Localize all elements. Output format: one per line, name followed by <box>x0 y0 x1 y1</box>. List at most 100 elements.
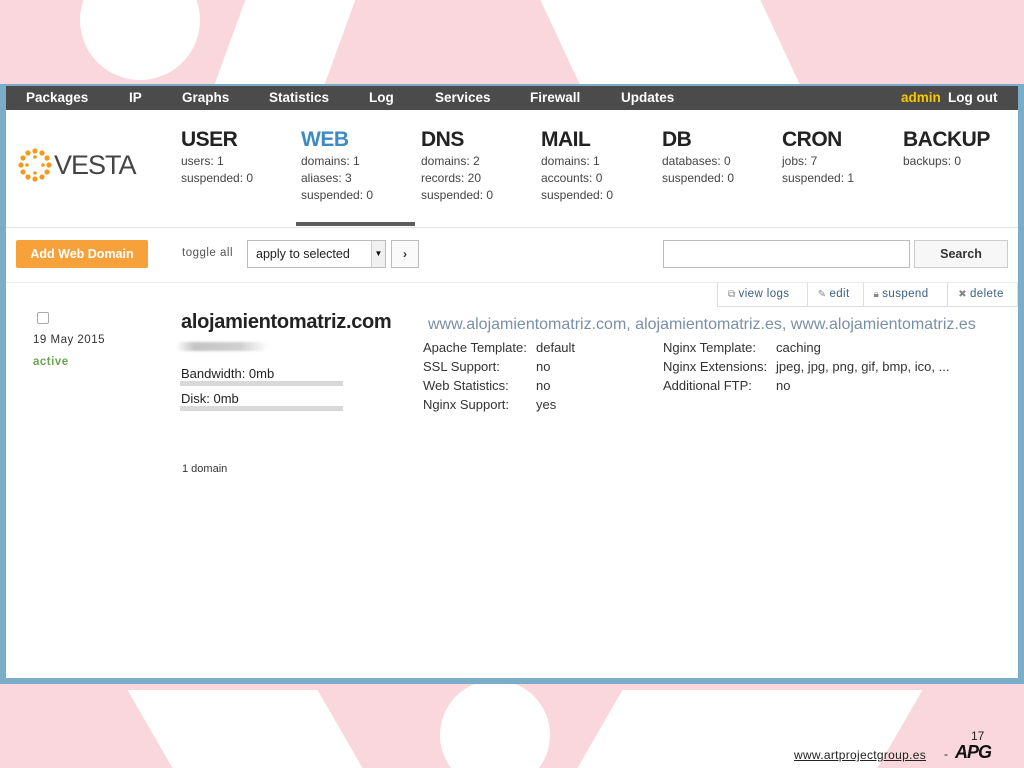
close-icon: ✖ <box>958 289 968 300</box>
disk-bar <box>180 406 343 411</box>
stat-title: USER <box>181 128 238 151</box>
nav-packages[interactable]: Packages <box>26 90 88 105</box>
stat-db[interactable]: DB databases: 0 suspended: 0 <box>662 127 780 187</box>
nav-updates[interactable]: Updates <box>621 90 674 105</box>
row-actions: ⧉ view logs ✎ edit 🔒︎ suspend ✖ delete <box>717 283 1018 307</box>
nav-logout[interactable]: Log out <box>948 90 997 105</box>
ip-address-blurred <box>176 342 268 351</box>
stat-line: records: 20 <box>421 171 482 185</box>
domain-aliases: www.alojamientomatriz.com, alojamientoma… <box>428 316 976 333</box>
detail-key: Additional FTP: <box>663 378 752 393</box>
stat-user[interactable]: USER users: 1 suspended: 0 <box>181 127 299 187</box>
stat-title: DB <box>662 128 692 151</box>
apg-logo: APG <box>955 742 992 762</box>
suspend-button[interactable]: 🔒︎ suspend <box>864 283 949 306</box>
nav-log[interactable]: Log <box>369 90 394 105</box>
stat-line: suspended: 0 <box>421 188 494 202</box>
stat-line: suspended: 0 <box>181 171 254 185</box>
background-shape <box>540 0 800 84</box>
footer-website-link[interactable]: www.artprojectgroup.es <box>794 748 926 762</box>
stat-line: backups: 0 <box>903 154 962 168</box>
row-checkbox[interactable] <box>37 312 49 324</box>
nav-user-admin[interactable]: admin <box>901 90 941 105</box>
footer-separator: - <box>944 747 948 761</box>
detail-value: no <box>536 359 551 374</box>
add-web-domain-button[interactable]: Add Web Domain <box>16 240 148 268</box>
stat-web[interactable]: WEB domains: 1 aliases: 3 suspended: 0 <box>301 127 419 204</box>
stat-line: jobs: 7 <box>782 154 818 168</box>
stat-line: accounts: 0 <box>541 171 603 185</box>
detail-value: yes <box>536 397 557 412</box>
detail-nginx-support: Nginx Support: yes <box>423 395 653 414</box>
edit-button[interactable]: ✎ edit <box>808 283 864 306</box>
nav-firewall[interactable]: Firewall <box>530 90 580 105</box>
detail-value: no <box>536 378 551 393</box>
stat-title: DNS <box>421 128 464 151</box>
detail-value: default <box>536 340 576 355</box>
stat-title: CRON <box>782 128 842 151</box>
stat-title: WEB <box>301 128 349 151</box>
stat-line: suspended: 0 <box>301 188 374 202</box>
page-number: 17 <box>971 729 985 743</box>
pencil-icon: ✎ <box>817 289 827 300</box>
apply-button[interactable]: › <box>391 240 419 268</box>
stat-dns[interactable]: DNS domains: 2 records: 20 suspended: 0 <box>421 127 539 204</box>
stat-backup[interactable]: BACKUP backups: 0 <box>903 127 1018 170</box>
background-shape <box>214 0 356 84</box>
detail-ssl-support: SSL Support: no <box>423 357 653 376</box>
bandwidth-label: Bandwidth: 0mb <box>181 366 275 381</box>
bulk-action-selected: apply to selected <box>256 247 350 261</box>
detail-apache-template: Apache Template: default <box>423 338 653 357</box>
stat-line: domains: 2 <box>421 154 480 168</box>
nav-graphs[interactable]: Graphs <box>182 90 229 105</box>
stat-cron[interactable]: CRON jobs: 7 suspended: 1 <box>782 127 900 187</box>
background-circle <box>440 680 550 768</box>
external-link-icon: ⧉ <box>728 289 736 300</box>
domain-name: alojamientomatriz.com <box>181 311 392 333</box>
bulk-action-select[interactable]: apply to selected ▼ <box>247 240 386 268</box>
stat-line: domains: 1 <box>301 154 360 168</box>
view-logs-button[interactable]: ⧉ view logs <box>718 283 808 306</box>
stat-line: suspended: 1 <box>782 171 855 185</box>
lock-icon: 🔒︎ <box>873 289 880 300</box>
detail-key: SSL Support: <box>423 359 500 374</box>
edit-label: edit <box>829 288 850 300</box>
vesta-panel-window: Packages IP Graphs Statistics Log Servic… <box>6 86 1018 678</box>
screenshot-frame: Packages IP Graphs Statistics Log Servic… <box>0 84 1024 684</box>
stat-mail[interactable]: MAIL domains: 1 accounts: 0 suspended: 0 <box>541 127 659 204</box>
disk-label: Disk: 0mb <box>181 391 239 406</box>
view-logs-label: view logs <box>738 288 790 300</box>
detail-key: Web Statistics: <box>423 378 509 393</box>
detail-key: Nginx Template: <box>663 340 756 355</box>
detail-nginx-extensions: Nginx Extensions: jpeg, jpg, png, gif, b… <box>663 357 993 376</box>
detail-value: no <box>776 378 791 393</box>
background-shape <box>127 690 363 768</box>
detail-key: Nginx Extensions: <box>663 359 768 374</box>
status-badge: active <box>33 356 69 368</box>
dropdown-arrow-icon: ▼ <box>371 241 385 267</box>
detail-value: caching <box>776 340 821 355</box>
detail-key: Apache Template: <box>423 340 527 355</box>
stat-title: MAIL <box>541 128 591 151</box>
nav-statistics[interactable]: Statistics <box>269 90 329 105</box>
delete-button[interactable]: ✖ delete <box>948 283 1018 306</box>
nav-services[interactable]: Services <box>435 90 491 105</box>
vesta-logo[interactable]: VESTA <box>18 146 137 182</box>
nav-ip[interactable]: IP <box>129 90 142 105</box>
stat-line: users: 1 <box>181 154 224 168</box>
divider <box>6 227 1018 228</box>
search-input[interactable] <box>663 240 910 268</box>
detail-web-statistics: Web Statistics: no <box>423 376 653 395</box>
logo-text: VESTA <box>54 150 137 180</box>
active-tab-indicator <box>296 222 415 226</box>
domain-date: 19 May 2015 <box>33 334 105 346</box>
vesta-sun-icon <box>18 148 52 182</box>
stat-line: suspended: 0 <box>662 171 735 185</box>
search-button[interactable]: Search <box>914 240 1008 268</box>
suspend-label: suspend <box>882 288 929 300</box>
delete-label: delete <box>970 288 1004 300</box>
domain-count: 1 domain <box>182 463 228 475</box>
stat-title: BACKUP <box>903 128 990 151</box>
toggle-all-link[interactable]: toggle all <box>182 247 233 259</box>
background-circle <box>80 0 200 80</box>
